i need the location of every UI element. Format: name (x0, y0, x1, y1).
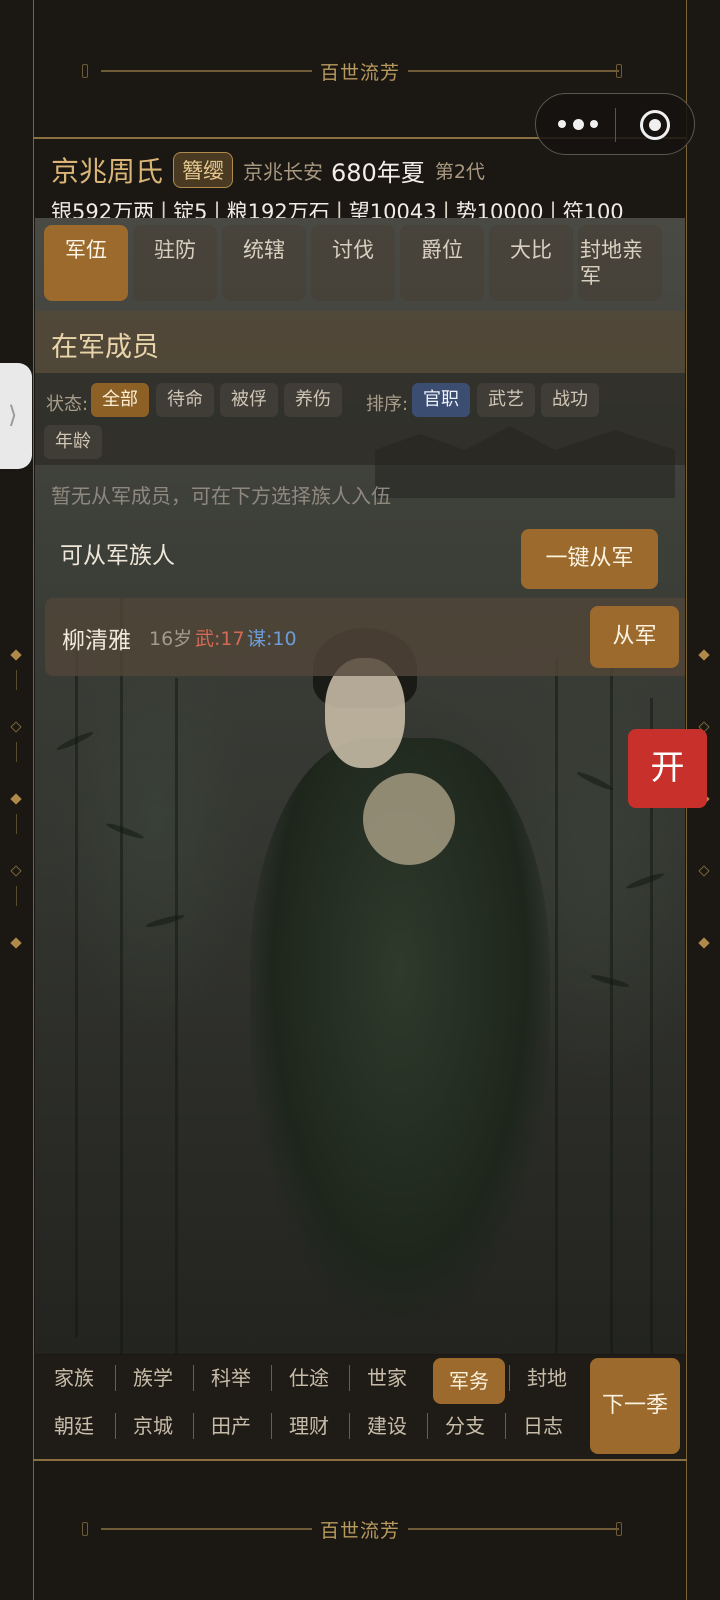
member-strategy-stat: 谋:10 (247, 628, 297, 650)
chevron-right-icon: ⟩ (8, 401, 18, 429)
next-season-button[interactable]: 下一季 (590, 1358, 680, 1454)
military-tabs: 军伍 驻防 统辖 讨伐 爵位 大比 封地亲军 (44, 225, 662, 301)
banner-cap-right (616, 64, 622, 78)
nav-military[interactable]: 军务 (433, 1358, 505, 1404)
diamond-ornament (10, 937, 22, 949)
bamboo-leaf (144, 912, 186, 930)
diamond-ornament (698, 865, 710, 877)
status-chip-captured[interactable]: 被俘 (220, 383, 278, 417)
banner-cap-left (82, 64, 88, 78)
sort-label: 排序: (366, 394, 409, 415)
section-title: 在军成员 (51, 332, 159, 363)
bamboo-stalk (120, 598, 123, 1354)
open-button[interactable]: 开 (628, 729, 707, 808)
generation: 第2代 (434, 160, 485, 183)
clan-header: 京兆周氏 簪缨 京兆长安 680年夏 第2代 (51, 149, 485, 191)
tab-fief-guard[interactable]: 封地亲军 (578, 225, 662, 301)
tab-tournament[interactable]: 大比 (489, 225, 573, 301)
nav-branch[interactable]: 分支 (427, 1403, 503, 1449)
tab-command[interactable]: 统辖 (222, 225, 306, 301)
nav-estate[interactable]: 田产 (193, 1403, 269, 1449)
tab-army[interactable]: 军伍 (44, 225, 128, 301)
status-chip-injured[interactable]: 养伤 (284, 383, 342, 417)
nav-court[interactable]: 朝廷 (36, 1403, 112, 1449)
sort-chip-age[interactable]: 年龄 (44, 425, 102, 459)
member-name: 柳清雅 (62, 628, 131, 654)
rank-badge: 簪缨 (173, 152, 234, 188)
bottom-banner: 百世流芳 (33, 1509, 687, 1549)
tab-garrison[interactable]: 驻防 (133, 225, 217, 301)
nav-log[interactable]: 日志 (505, 1403, 581, 1449)
game-year: 680年夏 (331, 158, 425, 187)
diamond-ornament (698, 649, 710, 661)
banner-cap-left (82, 1522, 88, 1536)
ornament-dash (16, 814, 17, 834)
diamond-ornament (698, 937, 710, 949)
bamboo-leaf (105, 821, 145, 841)
bamboo-stalk (610, 618, 613, 1354)
nav-capital[interactable]: 京城 (115, 1403, 191, 1449)
side-drawer-tab[interactable]: ⟩ (0, 363, 32, 469)
capsule-separator (615, 108, 616, 142)
diamond-ornament (10, 865, 22, 877)
ornament-dash (16, 670, 17, 690)
available-members-label: 可从军族人 (60, 543, 175, 569)
enlist-button[interactable]: 从军 (590, 606, 679, 668)
bamboo-leaf (625, 871, 665, 891)
nav-fief[interactable]: 封地 (509, 1355, 585, 1401)
member-martial-stat: 武:17 (195, 628, 245, 650)
sort-chip-martial[interactable]: 武艺 (477, 383, 535, 417)
nav-families[interactable]: 世家 (349, 1355, 425, 1401)
diamond-ornament (10, 649, 22, 661)
status-filter-label: 状态: (46, 394, 89, 415)
nav-school[interactable]: 族学 (115, 1355, 191, 1401)
status-chip-standby[interactable]: 待命 (156, 383, 214, 417)
nav-career[interactable]: 仕途 (271, 1355, 347, 1401)
frame-bottom-divider (33, 1459, 687, 1461)
more-icon[interactable] (558, 114, 598, 134)
ornament-dash (16, 886, 17, 906)
banner-cap-right (616, 1522, 622, 1536)
banner-title: 百世流芳 (311, 1515, 408, 1543)
enlist-all-button[interactable]: 一键从军 (521, 529, 658, 589)
member-row: 柳清雅 16岁 武:17 谋:10 从军 (45, 598, 685, 676)
empty-members-note: 暂无从军成员，可在下方选择族人入伍 (51, 484, 391, 508)
clan-seat: 京兆长安 (243, 159, 324, 184)
miniprogram-capsule (535, 93, 695, 155)
clan-name: 京兆周氏 (51, 155, 164, 188)
lady-figure-fan (363, 773, 455, 865)
sort-chip-merit[interactable]: 战功 (541, 383, 599, 417)
tab-nobility[interactable]: 爵位 (400, 225, 484, 301)
section-header: 在军成员 (35, 311, 685, 373)
bamboo-leaf (575, 769, 615, 793)
bamboo-stalk (175, 678, 178, 1354)
nav-exam[interactable]: 科举 (193, 1355, 269, 1401)
diamond-ornament (10, 793, 22, 805)
top-banner: 百世流芳 (33, 51, 687, 91)
nav-clan[interactable]: 家族 (36, 1355, 112, 1401)
ornament-dash (16, 742, 17, 762)
filter-bar: 状态: 全部 待命 被俘 养伤 排序: 官职 武艺 战功 年龄 (35, 373, 685, 465)
frame-left-line (33, 0, 34, 1600)
nav-build[interactable]: 建设 (349, 1403, 425, 1449)
member-age: 16岁 (149, 628, 193, 650)
bamboo-stalk (555, 658, 558, 1354)
main-panel: 军伍 驻防 统辖 讨伐 爵位 大比 封地亲军 在军成员 状态: 全部 待命 被俘… (35, 218, 685, 1354)
close-target-icon[interactable] (640, 110, 670, 140)
diamond-ornament (10, 721, 22, 733)
tab-campaign[interactable]: 讨伐 (311, 225, 395, 301)
status-chip-all[interactable]: 全部 (91, 383, 149, 417)
nav-finance[interactable]: 理财 (271, 1403, 347, 1449)
banner-title: 百世流芳 (311, 57, 408, 85)
bottom-nav: 家族 族学 科举 仕途 世家 军务 封地 朝廷 京城 田产 理财 建设 分支 日… (35, 1355, 685, 1459)
sort-chip-office[interactable]: 官职 (412, 383, 470, 417)
